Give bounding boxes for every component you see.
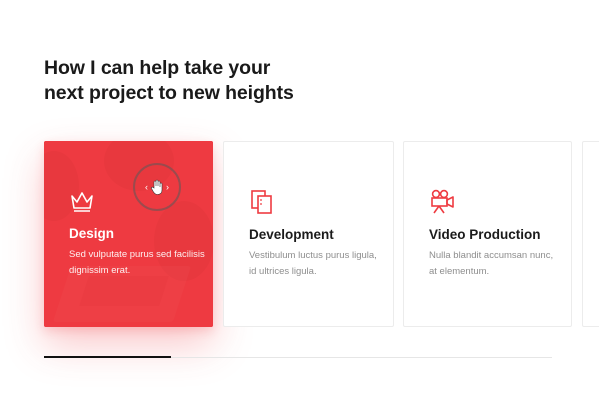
slider-progress-fill [44,356,171,358]
layers-icon [251,190,272,214]
service-title: Design [69,226,115,241]
service-description: Vestibulum luctus purus ligula, id ultri… [249,250,377,277]
service-title: Development [249,227,334,242]
service-card-partial[interactable] [582,141,599,327]
hand-cursor-icon [151,179,163,195]
service-description: Nulla blandit accumsan nunc, at elementu… [429,250,554,277]
chevron-left-icon: ‹ [145,182,148,192]
section-heading: How I can help take your next project to… [44,56,344,106]
heading-line-2: next project to new heights [44,82,294,104]
heading-line-1: How I can help take your [44,57,271,79]
slider-progress-track[interactable] [44,356,552,358]
service-card-video-production[interactable]: Video Production Nulla blandit accumsan … [403,141,572,327]
service-description: Sed vulputate purus sed facilisis dignis… [69,249,205,276]
drag-cursor[interactable]: ‹ › [133,163,181,211]
service-card-development[interactable]: Development Vestibulum luctus purus ligu… [223,141,394,327]
service-card-design[interactable]: Design Sed vulputate purus sed facilisis… [44,141,213,327]
service-title: Video Production [429,227,541,242]
video-camera-icon [431,189,454,214]
crown-icon [71,192,93,212]
chevron-right-icon: › [166,182,169,192]
